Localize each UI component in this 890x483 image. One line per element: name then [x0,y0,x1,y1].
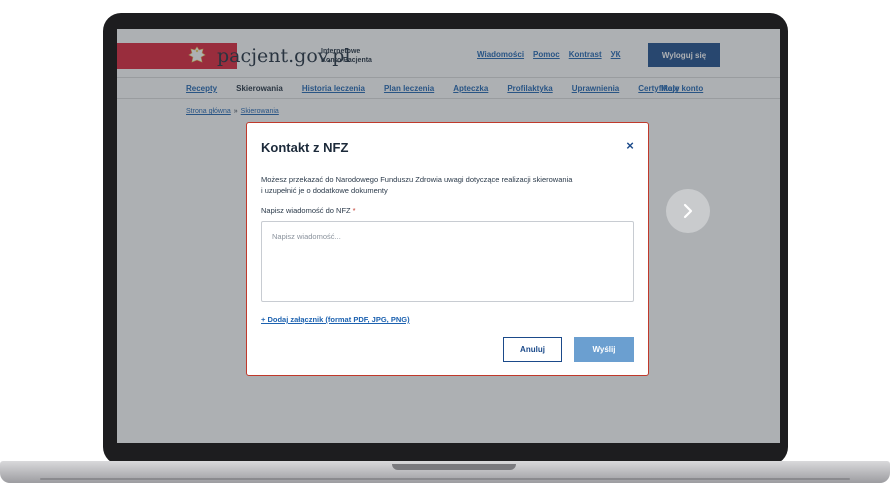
laptop-foot [40,478,850,480]
close-icon[interactable]: × [623,139,637,153]
add-attachment-link[interactable]: + Dodaj załącznik (format PDF, JPG, PNG) [261,315,410,324]
contact-nfz-dialog: Kontakt z NFZ × Możesz przekazać do Naro… [246,122,649,376]
dialog-description-line1: Możesz przekazać do Narodowego Funduszu … [261,175,573,184]
dialog-description: Możesz przekazać do Narodowego Funduszu … [261,174,631,196]
cancel-button[interactable]: Anuluj [503,337,562,362]
dialog-title: Kontakt z NFZ [261,140,349,155]
send-button[interactable]: Wyślij [574,337,634,362]
laptop-notch [392,464,516,470]
message-field-label-text: Napisz wiadomość do NFZ [261,206,351,215]
required-mark: * [352,206,356,215]
message-input[interactable] [261,221,634,302]
message-field-label: Napisz wiadomość do NFZ * [261,206,356,215]
dialog-description-line2: i uzupełnić je o dodatkowe dokumenty [261,186,388,195]
chevron-right-icon [683,203,693,219]
laptop-screen: pacjent.gov.pl Internetowe Konto Pacjent… [117,29,780,443]
next-arrow-button[interactable] [666,189,710,233]
